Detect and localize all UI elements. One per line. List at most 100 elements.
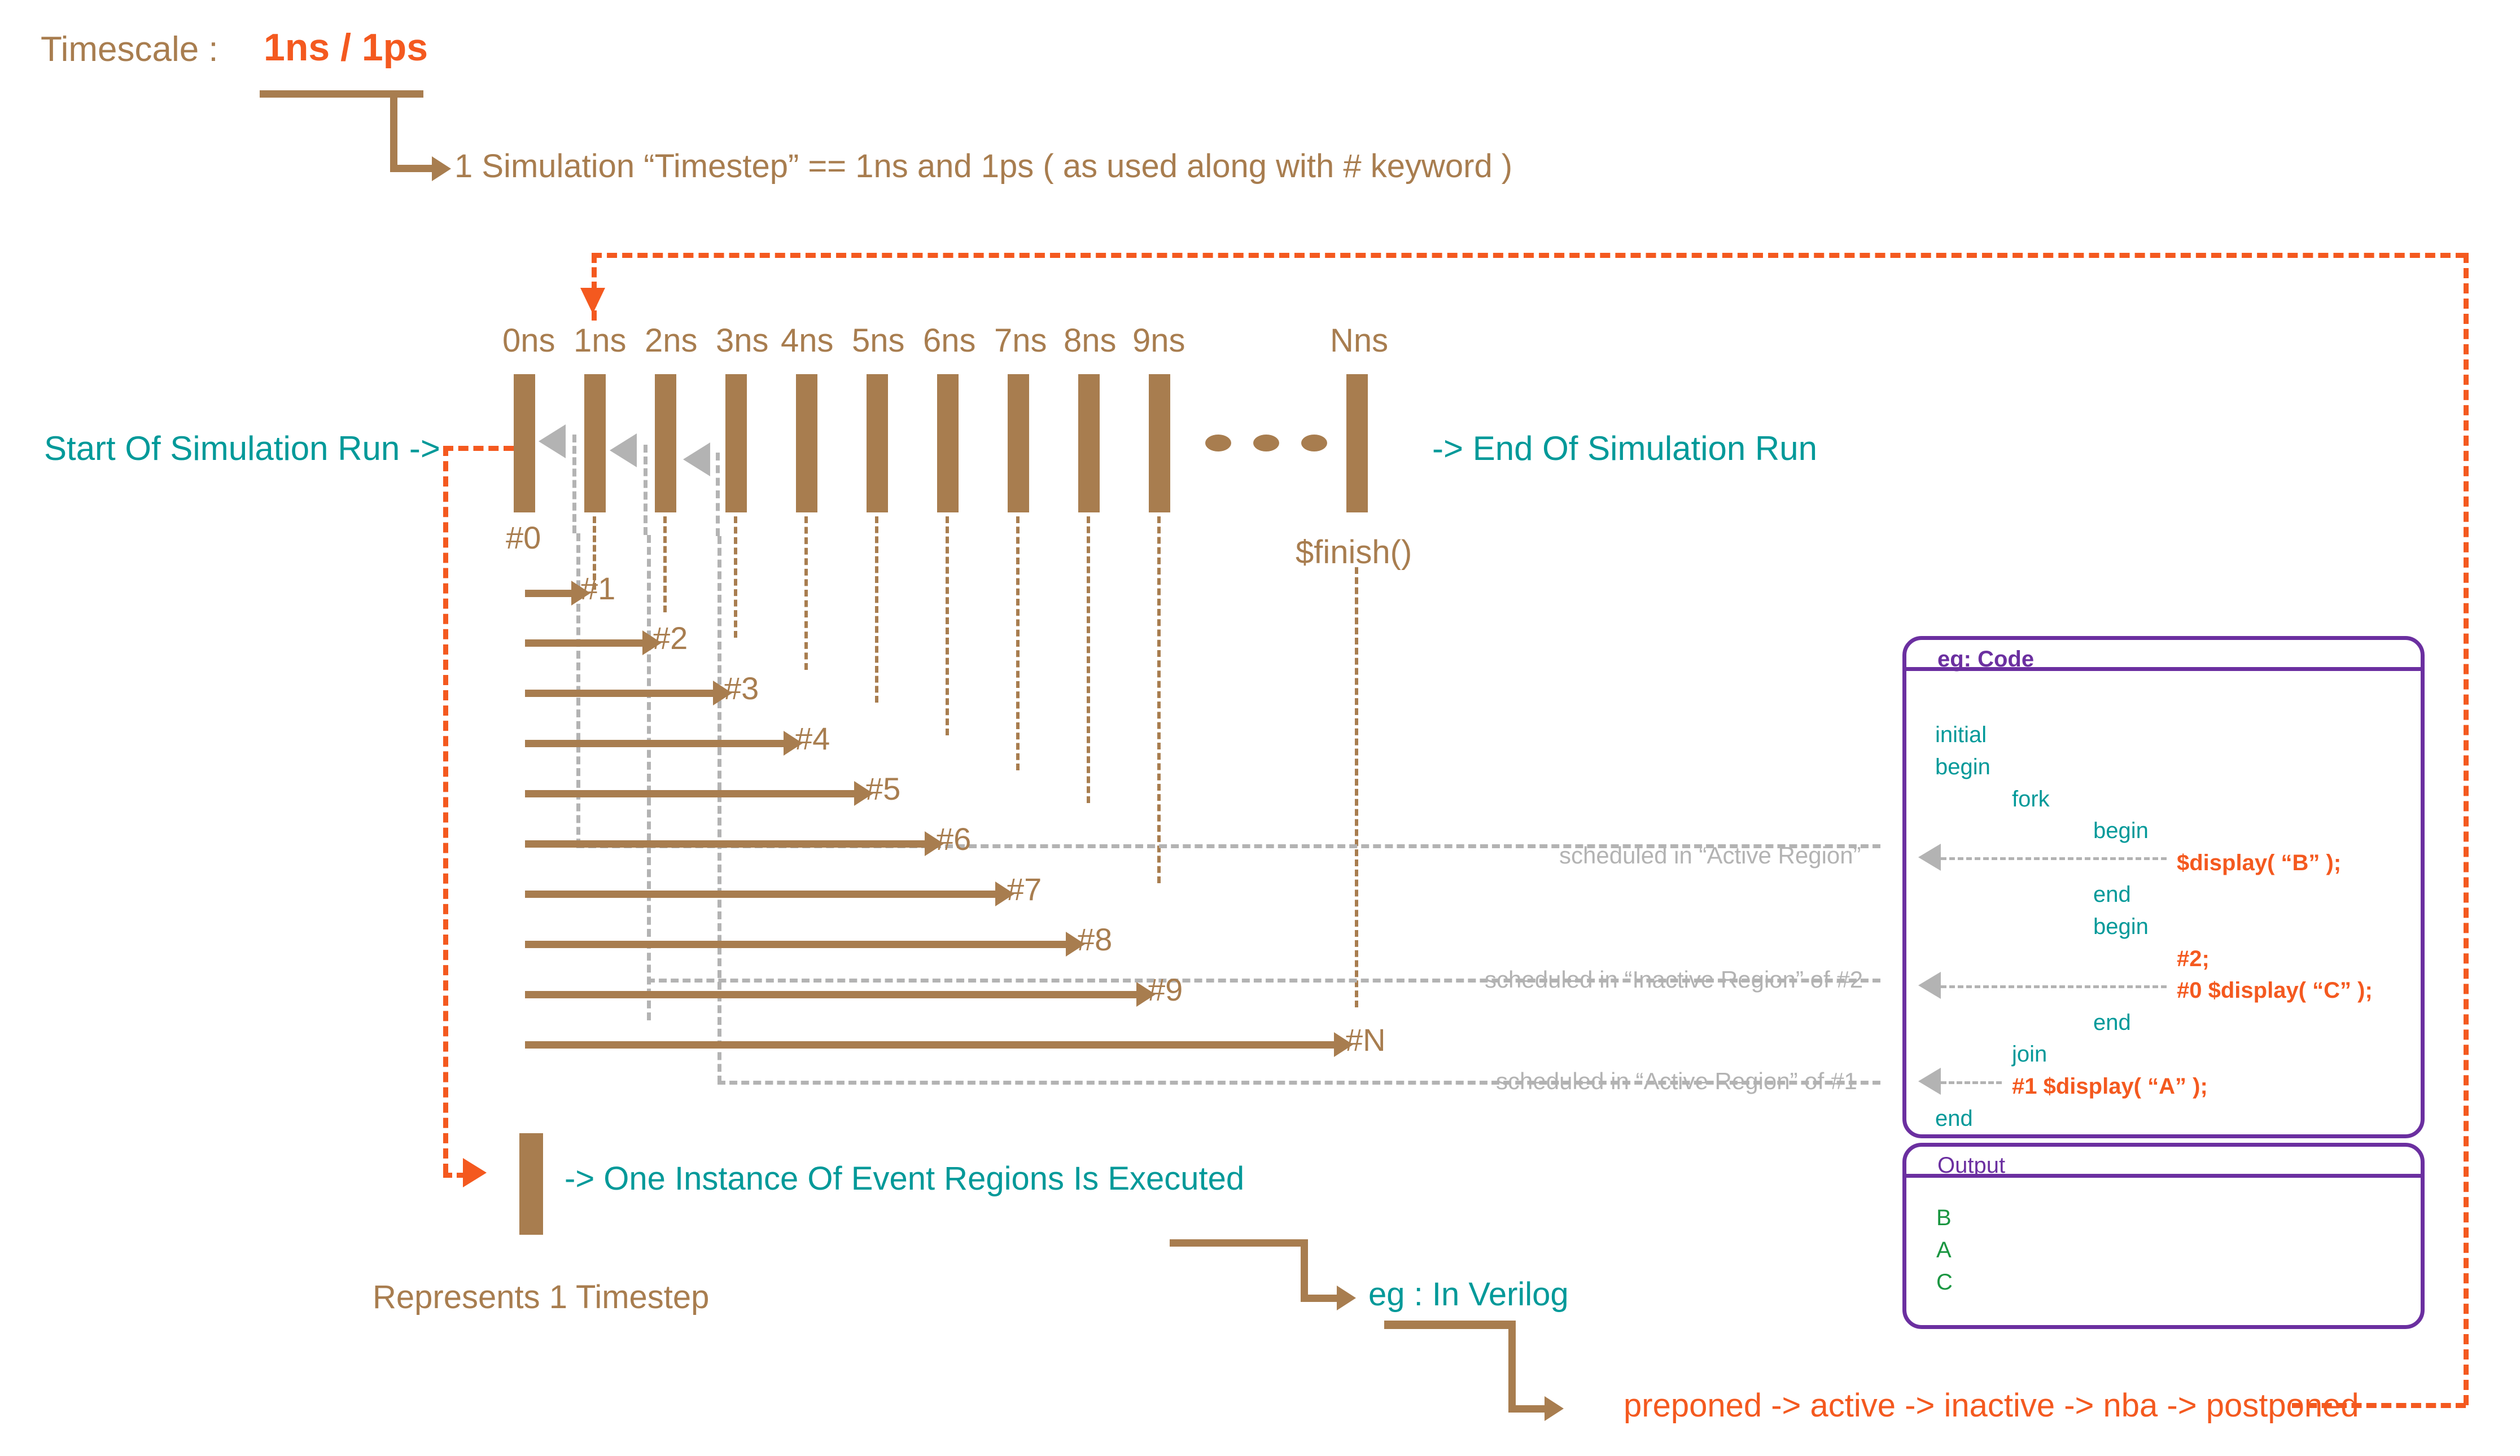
back-arrow-tail-dashed [572, 435, 576, 533]
timescale-note: 1 Simulation “Timestep” == 1ns and 1ps (… [454, 148, 1513, 185]
bar-guide-dash [875, 516, 878, 703]
delay-label: #2 [653, 620, 688, 656]
code-line: end [2093, 1010, 2131, 1035]
regions-connector-arrow-head [1545, 1396, 1564, 1421]
schedule-annotation: scheduled in “Active Region” [1559, 842, 1861, 869]
timestep-bar [937, 374, 959, 512]
end-of-simulation-label: -> End Of Simulation Run [1432, 429, 1818, 467]
back-arrow-head [539, 424, 566, 458]
delay-label: #1 [580, 571, 616, 606]
schedule-annotation: scheduled in “Inactive Region” of #2 [1485, 966, 1863, 993]
tick-label: 3ns [716, 322, 769, 359]
output-line: A [1936, 1238, 1952, 1262]
code-pointer-arrow-head [1918, 1068, 1941, 1095]
delay-arrow-line [525, 790, 855, 797]
regions-flow-text: preponed -> active -> inactive -> nba ->… [1624, 1387, 2359, 1424]
code-line: end [1935, 1106, 1973, 1131]
delay-arrow-line [525, 840, 926, 848]
timestep-legend-text: -> One Instance Of Event Regions Is Exec… [565, 1160, 1245, 1197]
regions-connector-top [1384, 1321, 1515, 1329]
delay-arrow-line [525, 590, 574, 597]
code-line: join [2012, 1042, 2048, 1067]
code-pointer-arrow-head [1918, 844, 1941, 871]
schedule-annotation: scheduled in “Active Region” of #1 [1496, 1068, 1857, 1094]
bar-guide-dash [1087, 516, 1090, 803]
timescale-arrow-head [432, 156, 451, 181]
delay-label: #N [1345, 1022, 1386, 1058]
timestep-bar [655, 374, 676, 512]
verilog-connector-arm [1301, 1295, 1341, 1302]
code-line: fork [2012, 787, 2050, 812]
timestep-bar [796, 374, 817, 512]
timestep-bar-last [1346, 374, 1368, 512]
verilog-note-label: eg : In Verilog [1368, 1276, 1569, 1313]
delay-label: #4 [795, 721, 830, 756]
tick-label: 7ns [994, 322, 1047, 359]
bar-guide-dash [1016, 516, 1020, 770]
code-line: #1 $display( “A” ); [2012, 1074, 2208, 1099]
timescale-bracket-arm [390, 165, 435, 172]
schedule-path-vertical [718, 536, 721, 1084]
timescale-bracket-top [260, 90, 423, 98]
code-line: begin [2093, 818, 2149, 843]
tick-label: 1ns [574, 322, 627, 359]
regions-connector-stem [1508, 1321, 1516, 1412]
sim-loop-down-arrow [580, 288, 605, 314]
timestep-bar [584, 374, 606, 512]
delay-label: #5 [865, 771, 901, 806]
code-pointer-arrow-head [1918, 972, 1941, 999]
output-line: C [1936, 1270, 1953, 1295]
code-line: end [2093, 882, 2131, 907]
bar-guide-dash [663, 516, 667, 612]
sim-loop-right-dashed [2464, 253, 2469, 1405]
code-line: $display( “B” ); [2177, 850, 2342, 875]
bar-guide-dash [1157, 516, 1161, 883]
regions-connector-arm [1508, 1405, 1549, 1413]
verilog-connector-top [1170, 1239, 1308, 1247]
finish-guide-dash [1355, 567, 1358, 1007]
start-branch-top-dashed [443, 446, 514, 451]
output-line: B [1936, 1205, 1952, 1230]
start-of-simulation-label: Start Of Simulation Run -> [44, 429, 440, 467]
timescale-label: Timescale : [41, 30, 218, 69]
delay-arrow-line [525, 891, 996, 898]
tick-label: 0ns [502, 322, 555, 359]
output-panel-title: Output [1937, 1153, 2006, 1178]
delay-arrow-line [525, 639, 644, 647]
bar-guide-dash [734, 516, 737, 638]
timestep-bar [1149, 374, 1170, 512]
start-branch-vertical-dashed [443, 446, 448, 1174]
timescale-value: 1ns / 1ps [264, 26, 428, 69]
timestep-bar [514, 374, 535, 512]
delay-label: #7 [1007, 871, 1042, 907]
tick-label: 8ns [1064, 322, 1117, 359]
back-arrow-head [683, 442, 710, 476]
delay-arrow-line [525, 740, 785, 747]
code-line: initial [1935, 722, 1987, 747]
start-branch-bottom-dashed [443, 1173, 466, 1178]
delay-arrow-line [525, 1041, 1335, 1049]
timestep-bar [1078, 374, 1100, 512]
tick-label: 2ns [645, 322, 698, 359]
back-arrow-tail-dashed [716, 453, 720, 536]
ellipsis-dot [1205, 435, 1231, 451]
timestep-bar [867, 374, 888, 512]
timestep-bar [725, 374, 747, 512]
verilog-connector-stem [1301, 1239, 1308, 1301]
timestep-bar [1008, 374, 1029, 512]
timescale-bracket-stem [390, 90, 397, 172]
code-line: begin [1935, 755, 1990, 779]
ellipsis-dot [1253, 435, 1279, 451]
bar-guide-dash [804, 516, 808, 670]
timestep-legend-bar [519, 1133, 543, 1235]
delay-label-0: #0 [506, 520, 541, 555]
delay-label: #8 [1077, 922, 1113, 957]
delay-arrow-line [525, 941, 1067, 948]
code-pointer-dashed [1941, 1081, 2002, 1084]
delay-label: #3 [724, 670, 759, 706]
back-arrow-head [610, 433, 637, 467]
sim-loop-top-dashed [592, 253, 2466, 258]
finish-label: $finish() [1296, 534, 1412, 571]
code-line: begin [2093, 914, 2149, 939]
tick-label: 6ns [923, 322, 976, 359]
